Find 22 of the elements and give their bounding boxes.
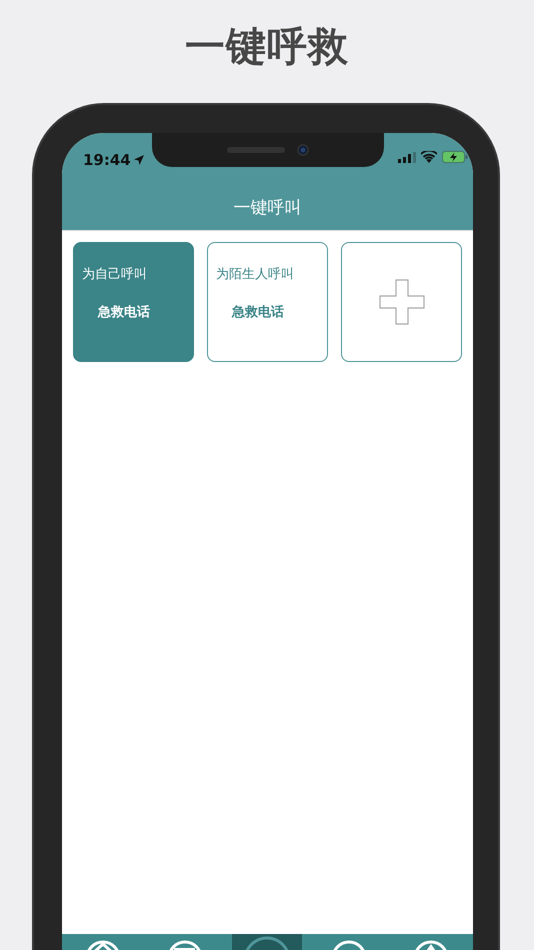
card-subtitle: 急救电话 <box>96 304 151 321</box>
card-subtitle: 急救电话 <box>230 304 285 321</box>
headline: 一键呼救 <box>185 23 349 72</box>
card-title: 为陌生人呼叫 <box>216 266 295 283</box>
tab-icon <box>244 936 290 950</box>
tab-icon <box>86 940 120 950</box>
card-title: 为自己呼叫 <box>82 266 148 283</box>
tab-item[interactable] <box>232 934 302 950</box>
signal-icon <box>398 152 416 162</box>
wifi-icon <box>421 151 437 163</box>
location-icon <box>134 155 144 165</box>
tab-icon <box>332 940 366 950</box>
tab-icon <box>414 940 448 950</box>
add-card[interactable] <box>341 242 462 362</box>
nav-title: 一键呼叫 <box>234 196 302 218</box>
call-card[interactable]: 为自己呼叫 急救电话 <box>73 242 194 362</box>
call-card[interactable]: 为陌生人呼叫 急救电话 <box>207 242 328 362</box>
tab-icon <box>168 940 202 950</box>
camera-icon <box>297 144 309 156</box>
status-time: 19:44 <box>83 151 131 169</box>
battery-icon <box>442 151 468 163</box>
plus-icon <box>378 279 424 325</box>
